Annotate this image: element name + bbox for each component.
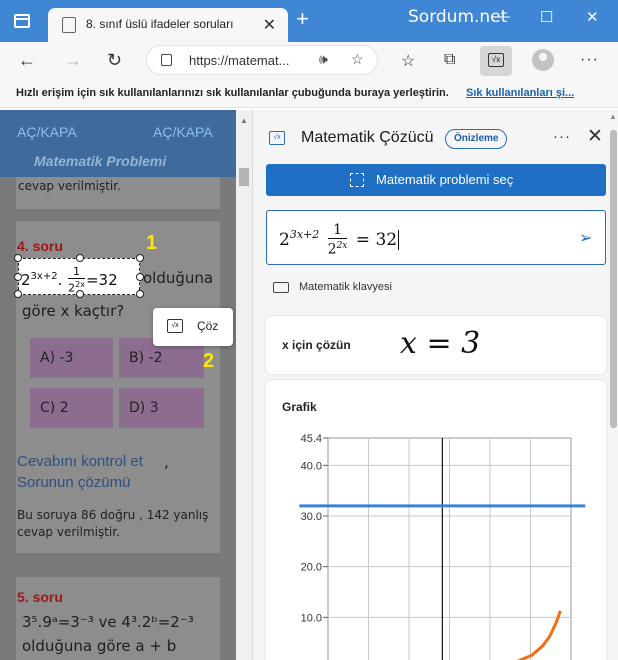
selected-expression: 23x+2. 1 22x =32: [21, 265, 118, 295]
answer-a[interactable]: A) -3: [30, 338, 113, 378]
answer-c[interactable]: C) 2: [30, 388, 113, 428]
panel-scrollbar[interactable]: ▲: [607, 110, 618, 660]
address-bar[interactable]: https://matemat... 🕪 ☆: [146, 45, 378, 75]
question-5-title: 5. soru: [17, 589, 63, 605]
math-solver-icon: √x: [167, 319, 183, 333]
tab-close-icon[interactable]: ✕: [263, 15, 276, 35]
read-aloud-icon[interactable]: 🕪: [319, 51, 328, 68]
y-tick-label: 40.0: [301, 460, 322, 472]
back-icon[interactable]: ←: [18, 50, 36, 70]
web-page-content: AÇ/KAPA AÇ/KAPA Matematik Problemi cevap…: [0, 110, 236, 660]
callout-number-1: 1: [146, 232, 158, 254]
question-4-after-expr: olduğuna: [143, 269, 214, 287]
math-solver-panel: √x Matematik Çözücü Önizleme ··· ✕ Matem…: [252, 110, 618, 660]
keyboard-icon: [273, 282, 289, 293]
previous-question-card: cevap verilmiştir.: [16, 177, 220, 209]
select-button-label: Matematik problemi seç: [376, 172, 514, 187]
more-icon[interactable]: ···: [580, 51, 599, 69]
selection-handle[interactable]: [136, 254, 144, 262]
toggle-left-link[interactable]: AÇ/KAPA: [17, 124, 77, 140]
forward-icon[interactable]: →: [64, 50, 82, 70]
solution-link[interactable]: Sorunun çözümü: [17, 474, 130, 491]
collections-icon[interactable]: ⧉: [444, 51, 455, 69]
profile-icon[interactable]: [532, 49, 554, 71]
solve-result: x = 3: [400, 326, 481, 361]
page-scrollbar[interactable]: ▲: [236, 110, 252, 660]
watermark-logo: Sordum.net: [408, 7, 508, 27]
callout-number-2: 2: [203, 350, 215, 372]
tab-actions-icon[interactable]: [14, 14, 30, 28]
address-toolbar: ← → ↻ https://matemat... 🕪 ☆ ☆ ⧉ √x ···: [0, 42, 618, 80]
question-5-line2: olduğuna göre a + b: [22, 637, 177, 655]
solve-for-x-card[interactable]: x için çözün x = 3: [266, 316, 606, 374]
lock-icon[interactable]: [161, 54, 172, 66]
y-tick-label: 30.0: [301, 511, 322, 523]
select-math-problem-button[interactable]: Matematik problemi seç: [266, 164, 606, 196]
panel-title: Matematik Çözücü: [301, 129, 434, 146]
math-solver-icon: √x: [488, 53, 504, 67]
solve-popup-label: Çöz: [197, 319, 219, 333]
toggle-right-link[interactable]: AÇ/KAPA: [153, 124, 213, 140]
question-5-line1: 3⁵.9ᵃ=3⁻³ ve 4³.2ᵇ=2⁻³: [22, 613, 194, 631]
previous-card-text: cevap verilmiştir.: [18, 179, 121, 193]
link-separator: ,: [164, 453, 169, 471]
selection-handle[interactable]: [14, 273, 22, 281]
math-solver-toolbar-button[interactable]: √x: [480, 46, 512, 76]
manage-favorites-link[interactable]: Sık kullanılanları şi...: [466, 87, 574, 99]
tab-title: 8. sınıf üslü ifadeler soruları: [86, 17, 234, 31]
selection-handle[interactable]: [136, 290, 144, 298]
page-favicon-icon: [62, 17, 76, 33]
selection-handle[interactable]: [14, 290, 22, 298]
selection-handle[interactable]: [76, 254, 84, 262]
solve-popup-button[interactable]: √x Çöz: [153, 308, 233, 346]
page-scroll-thumb[interactable]: [239, 168, 249, 186]
select-region-icon: [350, 173, 364, 187]
question-4-line2: göre x kaçtır?: [22, 302, 125, 320]
favorites-bar-message: Hızlı erişim için sık kullanılanlarınızı…: [16, 87, 449, 99]
answer-d[interactable]: D) 3: [119, 388, 204, 428]
favorite-add-icon[interactable]: ☆: [351, 51, 364, 68]
favorites-icon[interactable]: ☆: [401, 51, 415, 71]
new-tab-button[interactable]: +: [296, 8, 309, 30]
send-icon[interactable]: ➢: [579, 228, 592, 248]
panel-scroll-thumb[interactable]: [610, 130, 617, 428]
browser-tab[interactable]: 8. sınıf üslü ifadeler soruları ✕: [48, 8, 288, 42]
selection-handle[interactable]: [136, 273, 144, 281]
panel-close-icon[interactable]: ✕: [587, 125, 603, 148]
panel-more-icon[interactable]: ···: [553, 128, 571, 145]
site-header-title: Matematik Problemi: [34, 153, 167, 169]
equation-text: 23x+2 1 22x = 32: [279, 222, 400, 258]
refresh-icon[interactable]: ↻: [107, 50, 122, 70]
graph-title: Grafik: [282, 400, 317, 414]
question-4-stats: Bu soruya 86 doğru , 142 yanlış cevap ve…: [17, 508, 209, 539]
favorites-bar: Hızlı erişim için sık kullanılanlarınızı…: [0, 80, 618, 108]
url-text[interactable]: https://matemat...: [189, 53, 289, 68]
scroll-up-icon[interactable]: ▲: [240, 116, 248, 125]
minimize-button[interactable]: —: [495, 8, 510, 25]
check-answer-link[interactable]: Cevabını kontrol et: [17, 453, 143, 470]
maximize-button[interactable]: ☐: [540, 8, 553, 26]
y-tick-label: 45.4: [301, 433, 322, 445]
equation-input[interactable]: 23x+2 1 22x = 32 ➢: [266, 210, 606, 265]
graph-card: Grafik 45.440.030.020.010.00.0: [266, 380, 606, 660]
question-4-title: 4. soru: [17, 238, 63, 254]
math-keyboard-label: Matematik klavyesi: [299, 281, 392, 293]
preview-badge: Önizleme: [445, 129, 508, 149]
window-close-button[interactable]: ✕: [586, 8, 599, 26]
selection-handle[interactable]: [76, 290, 84, 298]
title-bar: 8. sınıf üslü ifadeler soruları ✕ + Sord…: [0, 0, 618, 42]
y-tick-label: 20.0: [301, 562, 322, 574]
panel-scroll-up-icon[interactable]: ▲: [609, 112, 617, 121]
solve-label: x için çözün: [282, 338, 351, 352]
math-solver-logo-icon: √x: [269, 131, 285, 145]
site-header: AÇ/KAPA AÇ/KAPA Matematik Problemi: [0, 110, 236, 177]
function-graph[interactable]: 45.440.030.020.010.00.0: [266, 430, 606, 660]
selection-handle[interactable]: [14, 254, 22, 262]
selected-math-region[interactable]: 23x+2. 1 22x =32: [14, 254, 144, 298]
y-tick-label: 10.0: [301, 612, 322, 624]
